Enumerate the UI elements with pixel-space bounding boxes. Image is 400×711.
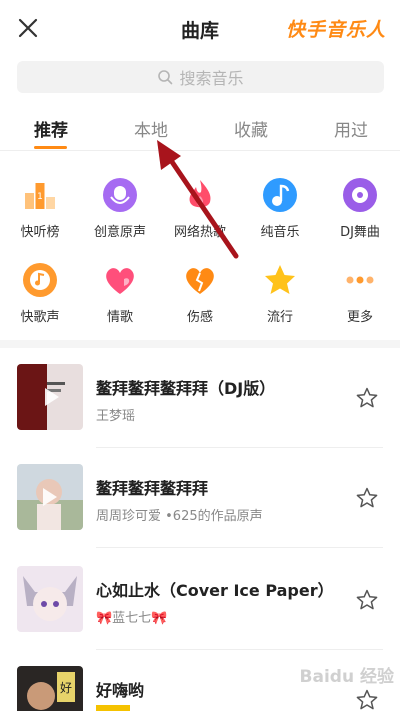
category-love-songs[interactable]: 情歌: [80, 262, 160, 325]
mic-icon: [102, 177, 138, 213]
watermark: Baidu 经验: [299, 667, 394, 687]
record-icon: [22, 262, 58, 298]
tab-recommend[interactable]: 推荐: [16, 116, 86, 141]
song-row[interactable]: 鳌拜鳌拜鳌拜拜（DJ版） 王梦瑶: [0, 348, 400, 448]
category-label: 快歌声: [20, 310, 60, 325]
vinyl-icon: [342, 177, 378, 213]
favorite-star-icon[interactable]: [355, 588, 379, 612]
song-cover: [17, 364, 83, 430]
song-cover: 好: [17, 666, 83, 711]
flame-icon: [182, 177, 218, 213]
tab-local[interactable]: 本地: [116, 116, 186, 141]
divider: [0, 150, 400, 151]
broken-heart-icon: [182, 262, 218, 298]
svg-text:好: 好: [60, 681, 72, 695]
song-artist: 周周珍可爱 •625的作品原声: [96, 509, 263, 524]
song-artist: 🎀蓝七七🎀: [96, 611, 168, 626]
more-icon: [342, 262, 378, 298]
category-label: 流行: [266, 310, 293, 325]
song-row[interactable]: 心如止水（Cover Ice Paper） 🎀蓝七七🎀: [0, 548, 400, 650]
music-note-icon: [262, 177, 298, 213]
category-sad[interactable]: 伤感: [160, 262, 240, 325]
brand-logo: 快手音乐人: [285, 19, 386, 41]
section-divider: [0, 340, 400, 348]
category-label: 网络热歌: [173, 225, 226, 240]
search-input[interactable]: 搜索音乐: [17, 61, 384, 93]
category-pop[interactable]: 流行: [240, 262, 320, 325]
song-artist: 王梦瑶: [96, 409, 136, 424]
song-title: 心如止水（Cover Ice Paper）: [96, 581, 334, 600]
favorite-star-icon[interactable]: [355, 486, 379, 510]
category-quick-song[interactable]: 快歌声: [0, 262, 80, 325]
song-title: 鳌拜鳌拜鳌拜拜（DJ版）: [96, 379, 276, 398]
heart-icon: [102, 262, 138, 298]
star-icon: [262, 262, 298, 298]
category-pure-music[interactable]: 纯音乐: [240, 177, 320, 240]
category-more[interactable]: 更多: [320, 262, 400, 325]
header: 曲库 快手音乐人: [0, 0, 400, 56]
category-original-sound[interactable]: 创意原声: [80, 177, 160, 240]
tab-favorites[interactable]: 收藏: [216, 116, 286, 141]
category-label: 更多: [346, 310, 373, 325]
category-label: 创意原声: [93, 225, 146, 240]
song-cover: [17, 566, 83, 632]
song-row[interactable]: 鳌拜鳌拜鳌拜拜 周周珍可爱 •625的作品原声: [0, 448, 400, 548]
category-label: 快听榜: [20, 225, 60, 240]
category-label: 情歌: [106, 310, 133, 325]
favorite-star-icon[interactable]: [355, 386, 379, 410]
category-label: DJ舞曲: [340, 225, 380, 240]
favorite-star-icon[interactable]: [355, 688, 379, 711]
category-chart[interactable]: 1 快听榜: [0, 177, 80, 240]
song-title: 好嗨哟: [96, 681, 145, 700]
active-tab-indicator: [34, 146, 67, 149]
category-hot-songs[interactable]: 网络热歌: [160, 177, 240, 240]
progress-bar: [96, 705, 130, 711]
svg-text:1: 1: [37, 192, 43, 202]
search-icon: [157, 69, 173, 85]
song-title: 鳌拜鳌拜鳌拜拜: [96, 479, 209, 498]
category-dj[interactable]: DJ舞曲: [320, 177, 400, 240]
chart-icon: 1: [22, 177, 58, 213]
tab-used[interactable]: 用过: [316, 116, 386, 141]
category-label: 伤感: [186, 310, 213, 325]
search-placeholder: 搜索音乐: [179, 69, 244, 88]
song-cover: [17, 464, 83, 530]
tab-bar: 推荐 本地 收藏 用过: [0, 110, 400, 150]
category-label: 纯音乐: [260, 225, 300, 240]
